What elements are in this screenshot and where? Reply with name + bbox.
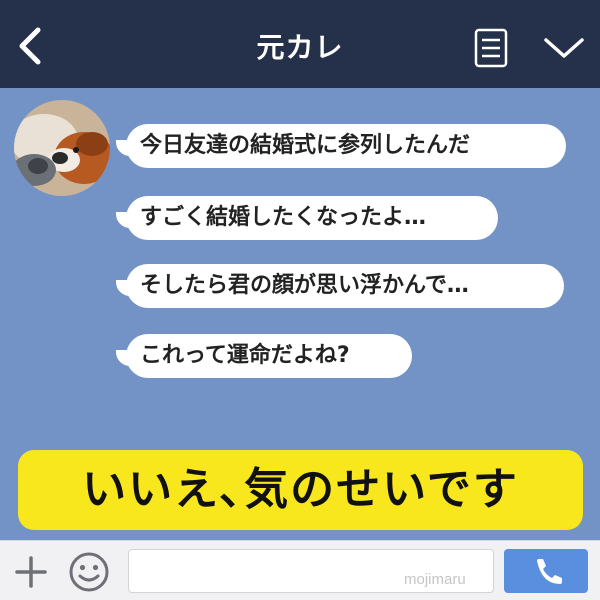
chevron-down-icon <box>544 38 584 58</box>
memo-menu-button[interactable] <box>472 28 510 68</box>
memo-list-icon <box>474 28 508 68</box>
message-bubble[interactable]: すごく結婚したくなったよ… <box>126 196 498 240</box>
more-options-button[interactable] <box>540 32 588 62</box>
plus-icon <box>15 556 47 588</box>
contact-avatar[interactable] <box>14 100 110 196</box>
dog-photo-avatar <box>14 100 110 196</box>
message-bubble[interactable]: これって運命だよね? <box>126 334 412 378</box>
watermark: mojimaru <box>404 571 466 588</box>
chevron-left-icon <box>19 27 41 65</box>
back-button[interactable] <box>12 24 52 68</box>
call-button[interactable] <box>504 549 588 593</box>
add-attachment-button[interactable] <box>14 555 48 589</box>
smiley-icon <box>69 552 109 592</box>
message-bubble[interactable]: そしたら君の顔が思い浮かんで… <box>126 264 564 308</box>
chat-header: 元カレ <box>0 0 600 88</box>
message-bubble[interactable]: 今日友達の結婚式に参列したんだ <box>126 124 566 168</box>
reply-caption-banner: いいえ､気のせいです <box>18 450 583 530</box>
emoji-button[interactable] <box>68 551 110 593</box>
chat-title: 元カレ <box>256 31 344 64</box>
phone-icon <box>537 559 562 584</box>
input-footer <box>0 540 600 600</box>
